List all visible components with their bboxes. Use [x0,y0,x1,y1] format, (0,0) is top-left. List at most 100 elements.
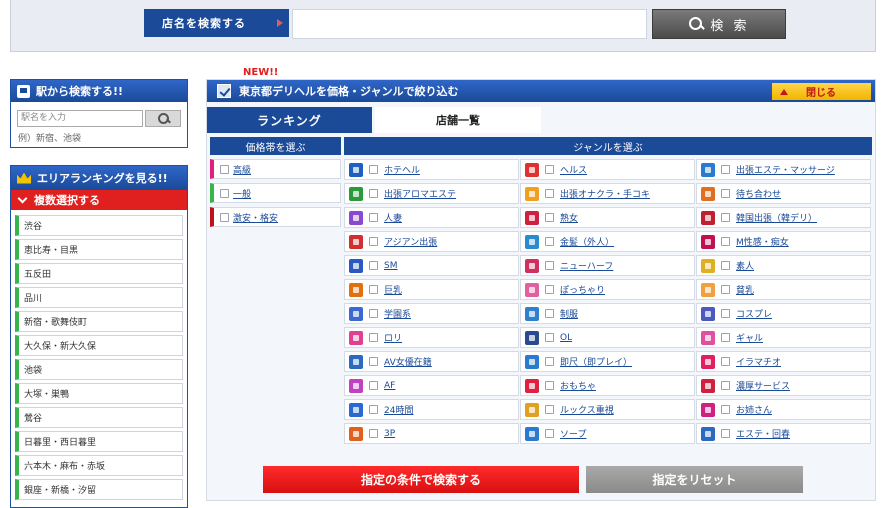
genre-item[interactable]: コスプレ [696,303,871,324]
genre-item[interactable]: エステ・回春 [696,423,871,444]
genre-item[interactable]: OL [520,327,695,348]
genre-checkbox[interactable] [545,285,554,294]
genre-label[interactable]: おもちゃ [560,379,596,392]
shop-name-search-button[interactable]: 店名を検索する [144,9,289,37]
genre-label[interactable]: 韓国出張（韓デリ） [736,211,817,224]
genre-checkbox[interactable] [721,405,730,414]
genre-item[interactable]: 貧乳 [696,279,871,300]
genre-label[interactable]: ニューハーフ [560,259,613,272]
station-search-button[interactable] [145,110,181,127]
genre-label[interactable]: M性感・痴女 [736,235,789,248]
genre-item[interactable]: 熟女 [520,207,695,228]
genre-item[interactable]: AV女優在籍 [344,351,519,372]
tab-shop-list[interactable]: 店舗一覧 [375,107,541,133]
genre-checkbox[interactable] [721,237,730,246]
genre-checkbox[interactable] [721,333,730,342]
genre-checkbox[interactable] [721,357,730,366]
price-checkbox[interactable] [220,188,229,198]
genre-checkbox[interactable] [721,309,730,318]
genre-checkbox[interactable] [545,237,554,246]
genre-label[interactable]: 出張オナクラ・手コキ [560,187,650,200]
genre-item[interactable]: 濃厚サービス [696,375,871,396]
genre-checkbox[interactable] [369,189,378,198]
genre-label[interactable]: エステ・回春 [736,427,790,440]
genre-checkbox[interactable] [545,357,554,366]
price-range-item[interactable]: 高級 [210,159,341,179]
genre-checkbox[interactable] [369,285,378,294]
area-item[interactable]: 鶯谷 [15,407,183,428]
price-range-label[interactable]: 高級 [233,163,251,176]
genre-label[interactable]: 巨乳 [384,283,402,296]
genre-item[interactable]: 出張アロマエステ [344,183,519,204]
price-checkbox[interactable] [220,164,229,174]
genre-label[interactable]: 人妻 [384,211,402,224]
tab-ranking[interactable]: ランキング [207,107,372,133]
area-item[interactable]: 大塚・巣鴨 [15,383,183,404]
genre-checkbox[interactable] [721,189,730,198]
genre-item[interactable]: 学園系 [344,303,519,324]
reset-conditions-button[interactable]: 指定をリセット [586,466,803,493]
genre-label[interactable]: イラマチオ [736,355,781,368]
area-item[interactable]: 六本木・麻布・赤坂 [15,455,183,476]
genre-item[interactable]: 金髪（外人） [520,231,695,252]
genre-label[interactable]: 濃厚サービス [736,379,790,392]
genre-label[interactable]: 学園系 [384,307,411,320]
genre-item[interactable]: 素人 [696,255,871,276]
genre-checkbox[interactable] [545,213,554,222]
area-item[interactable]: 新宿・歌舞伎町 [15,311,183,332]
genre-checkbox[interactable] [369,213,378,222]
genre-item[interactable]: ぽっちゃり [520,279,695,300]
genre-checkbox[interactable] [545,309,554,318]
genre-label[interactable]: AF [384,381,395,391]
genre-item[interactable]: ニューハーフ [520,255,695,276]
genre-label[interactable]: 24時間 [384,403,413,416]
area-item[interactable]: 渋谷 [15,215,183,236]
genre-label[interactable]: 出張エステ・マッサージ [736,163,835,176]
genre-label[interactable]: 貧乳 [736,283,754,296]
genre-checkbox[interactable] [369,357,378,366]
genre-label[interactable]: ルックス重視 [560,403,614,416]
genre-label[interactable]: ホテヘル [384,163,420,176]
genre-item[interactable]: イラマチオ [696,351,871,372]
genre-checkbox[interactable] [369,237,378,246]
genre-checkbox[interactable] [721,261,730,270]
genre-checkbox[interactable] [545,429,554,438]
genre-item[interactable]: 出張エステ・マッサージ [696,159,871,180]
genre-label[interactable]: 制服 [560,307,578,320]
area-item[interactable]: 五反田 [15,263,183,284]
genre-item[interactable]: M性感・痴女 [696,231,871,252]
genre-label[interactable]: お姉さん [736,403,772,416]
genre-label[interactable]: SM [384,261,397,271]
area-item[interactable]: 恵比寿・目黒 [15,239,183,260]
area-item[interactable]: 池袋 [15,359,183,380]
genre-label[interactable]: 出張アロマエステ [384,187,456,200]
genre-label[interactable]: 3P [384,429,395,439]
genre-label[interactable]: ぽっちゃり [560,283,605,296]
genre-checkbox[interactable] [369,309,378,318]
genre-item[interactable]: 制服 [520,303,695,324]
genre-label[interactable]: AV女優在籍 [384,355,432,368]
close-button[interactable]: 閉じる [772,83,871,100]
genre-item[interactable]: ヘルス [520,159,695,180]
genre-item[interactable]: おもちゃ [520,375,695,396]
genre-item[interactable]: 出張オナクラ・手コキ [520,183,695,204]
genre-item[interactable]: 韓国出張（韓デリ） [696,207,871,228]
search-button[interactable]: 検 索 [652,9,786,39]
genre-checkbox[interactable] [721,213,730,222]
price-checkbox[interactable] [220,212,229,222]
area-item[interactable]: 銀座・新橋・汐留 [15,479,183,500]
genre-checkbox[interactable] [369,165,378,174]
genre-label[interactable]: コスプレ [736,307,772,320]
genre-item[interactable]: 即尺（即プレイ） [520,351,695,372]
genre-checkbox[interactable] [545,261,554,270]
price-range-label[interactable]: 一般 [233,187,251,200]
genre-item[interactable]: 巨乳 [344,279,519,300]
price-range-item[interactable]: 激安・格安 [210,207,341,227]
genre-label[interactable]: OL [560,333,572,343]
genre-label[interactable]: ヘルス [560,163,587,176]
area-item[interactable]: 大久保・新大久保 [15,335,183,356]
genre-item[interactable]: 待ち合わせ [696,183,871,204]
genre-label[interactable]: ソープ [560,427,586,440]
genre-label[interactable]: 素人 [736,259,754,272]
area-item[interactable]: 日暮里・西日暮里 [15,431,183,452]
